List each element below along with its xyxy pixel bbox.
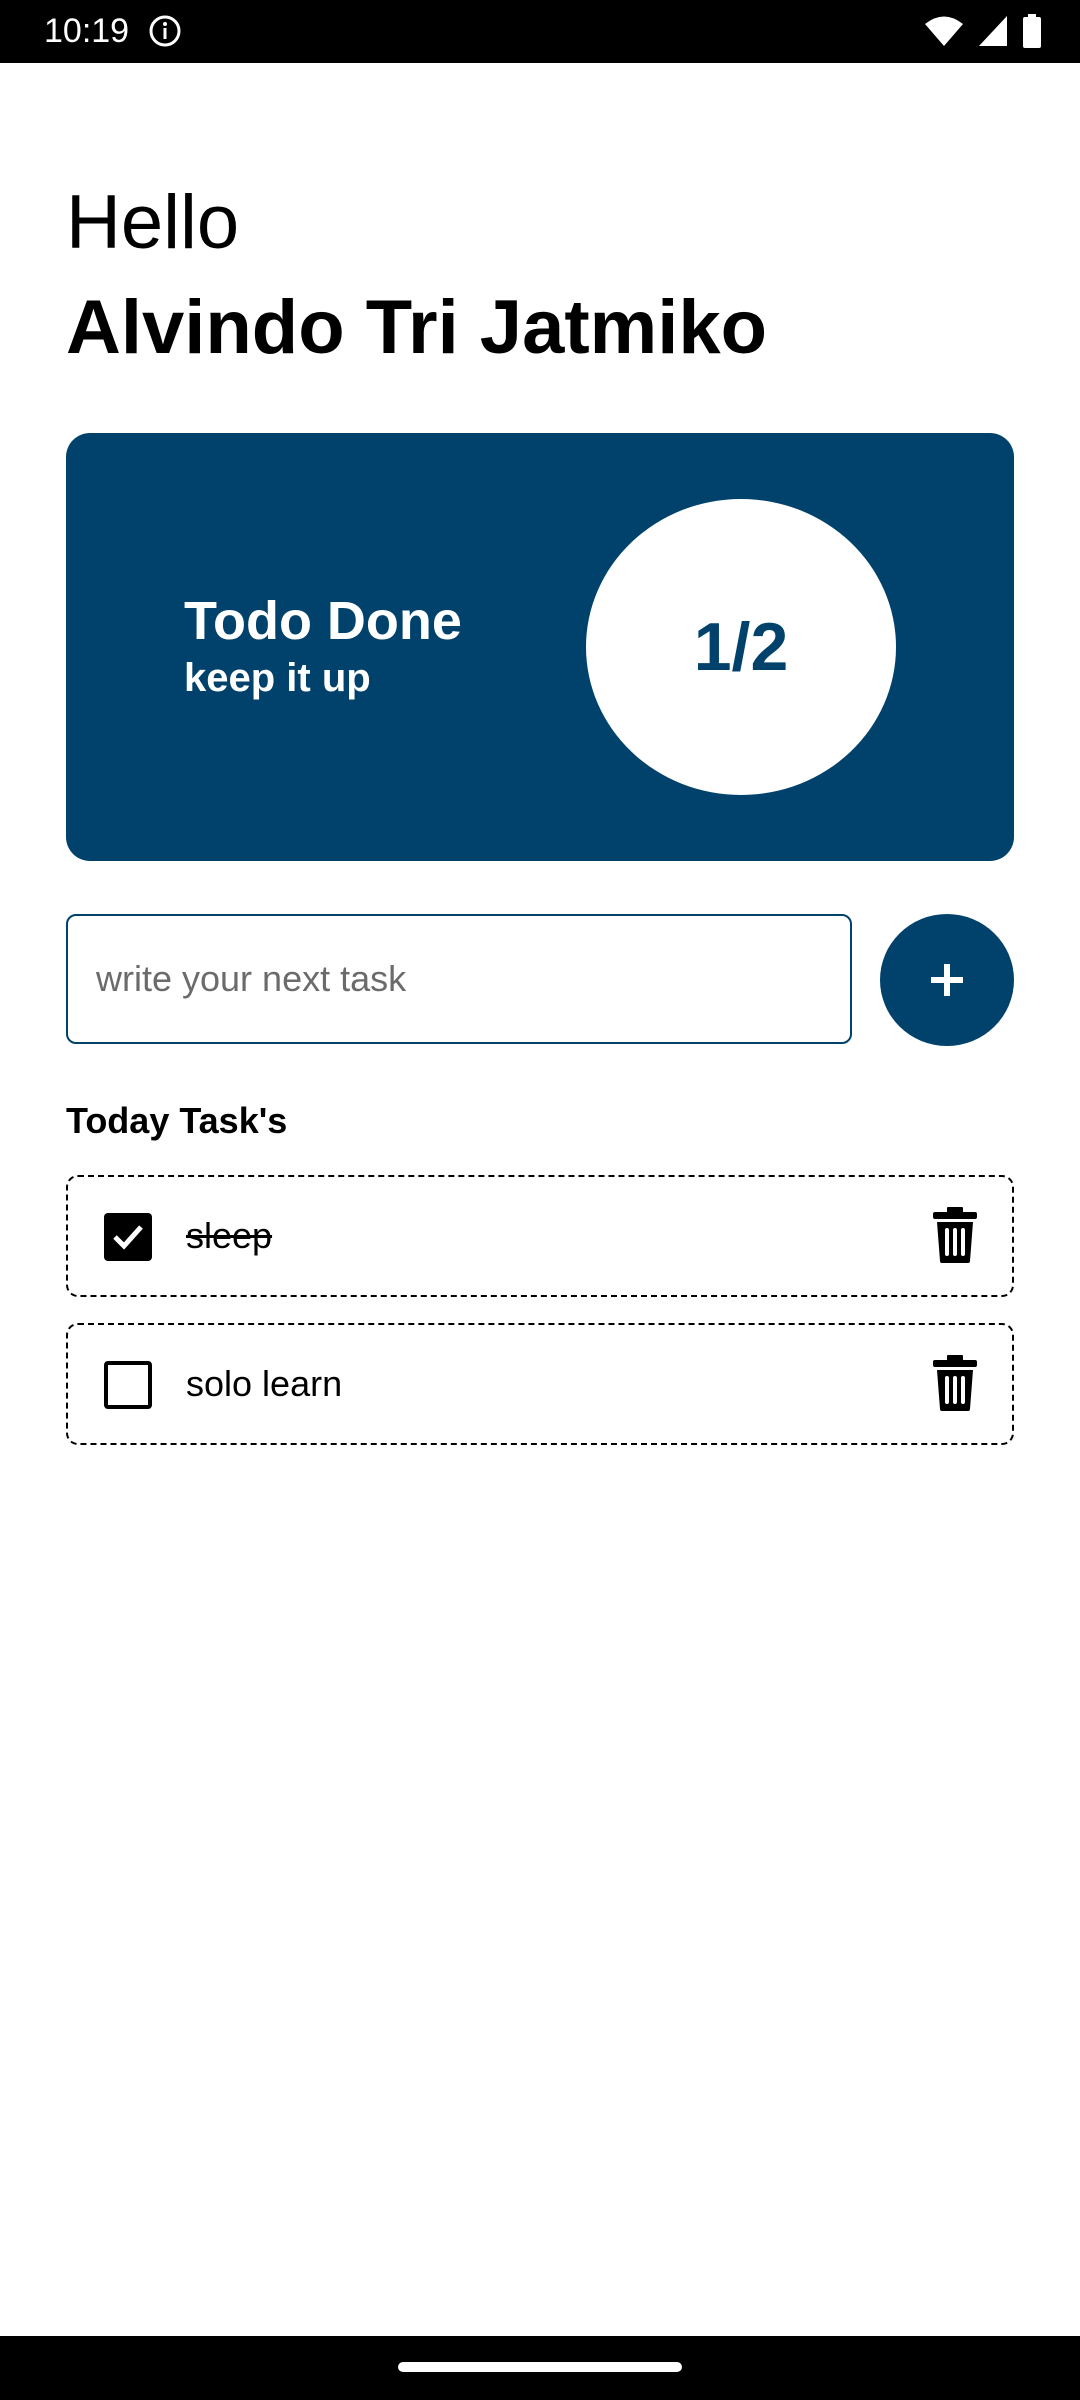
navigation-bar (0, 2336, 1080, 2400)
section-title: Today Task's (66, 1100, 288, 1141)
cellular-signal-icon (979, 16, 1007, 46)
task-checkbox[interactable] (104, 1213, 152, 1261)
delete-task-button[interactable] (930, 1205, 980, 1265)
new-task-input[interactable] (66, 914, 852, 1044)
info-icon (149, 15, 181, 47)
greeting-hello: Hello (66, 180, 240, 265)
task-item: solo learn (66, 1323, 1014, 1445)
check-icon (113, 1225, 143, 1250)
task-label: sleep (186, 1215, 273, 1256)
progress-card: Todo Done keep it up 1/2 (66, 433, 1014, 861)
user-name: Alvindo Tri Jatmiko (66, 285, 768, 370)
delete-task-button[interactable] (930, 1353, 980, 1413)
add-task-button[interactable] (880, 914, 1014, 1046)
progress-subtitle: keep it up (184, 656, 371, 700)
battery-icon (1023, 14, 1041, 48)
task-label: solo learn (186, 1363, 343, 1404)
progress-count: 1/2 (693, 609, 789, 685)
task-checkbox[interactable] (104, 1361, 152, 1409)
plus-icon (931, 964, 963, 996)
status-icons (924, 13, 1042, 49)
task-item: sleep (66, 1175, 1014, 1297)
progress-circle: 1/2 (586, 499, 896, 795)
trash-icon (933, 1355, 977, 1411)
progress-title: Todo Done (184, 591, 462, 651)
task-list: sleep solo learn (66, 1175, 1014, 1471)
trash-icon (933, 1207, 977, 1263)
home-gesture-handle[interactable] (398, 2362, 682, 2372)
wifi-icon (925, 16, 963, 46)
status-time: 10:19 (44, 12, 130, 50)
status-bar: 10:19 (0, 0, 1080, 63)
